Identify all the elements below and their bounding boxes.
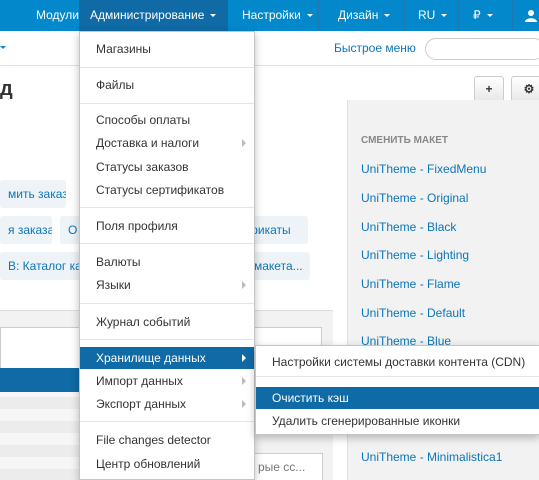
nav-divider <box>458 0 459 31</box>
nav-modules-label: Модули <box>36 8 79 22</box>
action-button[interactable]: макета... <box>254 252 310 280</box>
menu-divider <box>80 339 254 340</box>
theme-link[interactable]: UniTheme - Lighting <box>361 248 469 262</box>
gear-icon: ⚙ <box>523 82 535 96</box>
theme-link[interactable]: UniTheme - Original <box>361 191 468 205</box>
page-title: д <box>0 78 13 100</box>
nav-currency[interactable]: ₽ <box>467 0 499 31</box>
menu-item-export-data[interactable]: Экспорт данных <box>80 393 254 415</box>
nav-divider <box>512 0 513 31</box>
menu-item-label: Хранилище данных <box>96 351 206 365</box>
action-button[interactable]: фикаты <box>248 216 308 244</box>
menu-item-label: Импорт данных <box>96 374 183 388</box>
menu-item-profile-fields[interactable]: Поля профиля <box>80 215 254 237</box>
chevron-right-icon <box>242 354 246 362</box>
menu-item-shipping-taxes[interactable]: Доставка и налоги <box>80 132 254 154</box>
nav-design-label: Дизайн <box>338 8 379 22</box>
search-input[interactable] <box>425 38 539 60</box>
menu-divider <box>80 103 254 104</box>
nav-user[interactable] <box>518 0 538 31</box>
menu-item-label: Языки <box>96 278 131 292</box>
menu-item-file-changes-detector[interactable]: File changes detector <box>80 429 254 451</box>
chevron-right-icon <box>242 281 246 289</box>
menu-divider <box>80 303 254 304</box>
nav-language[interactable]: RU <box>412 0 453 31</box>
theme-link[interactable]: UniTheme - Minimalistica1 <box>361 450 502 464</box>
selected-row[interactable] <box>0 368 90 392</box>
menu-item-certificate-statuses[interactable]: Статусы сертификатов <box>80 179 254 201</box>
menu-divider <box>80 243 254 244</box>
menu-item-label: Доставка и налоги <box>96 136 200 150</box>
menu-item-label: Экспорт данных <box>96 397 186 411</box>
text-field[interactable]: рые сс... <box>253 453 323 480</box>
table-rows <box>0 392 80 480</box>
menu-item-stores[interactable]: Магазины <box>80 38 254 60</box>
user-icon <box>525 9 537 22</box>
nav-settings-label: Настройки <box>242 8 301 22</box>
menu-divider <box>80 67 254 68</box>
sidebar-heading: СМЕНИТЬ МАКЕТ <box>361 135 449 146</box>
chevron-down-icon <box>486 14 493 18</box>
chevron-down-icon <box>210 14 217 18</box>
menu-item-event-log[interactable]: Журнал событий <box>80 311 254 333</box>
data-storage-submenu: Настройки системы доставки контента (CDN… <box>255 345 539 435</box>
action-button[interactable]: мить заказ <box>0 180 66 208</box>
chevron-down-icon <box>384 14 391 18</box>
nav-administration[interactable]: Администрирование <box>79 0 228 31</box>
top-nav: Модули Администрирование Настройки Дизай… <box>0 0 539 31</box>
nav-divider <box>318 0 319 31</box>
nav-divider <box>404 0 405 31</box>
menu-item-update-center[interactable]: Центр обновлений <box>80 453 254 475</box>
administration-menu: Магазины Файлы Способы оплаты Доставка и… <box>79 31 255 480</box>
menu-item-payment-methods[interactable]: Способы оплаты <box>80 109 254 131</box>
nav-language-label: RU <box>418 8 436 22</box>
menu-item-import-data[interactable]: Импорт данных <box>80 370 254 392</box>
action-button[interactable]: я заказа <box>0 216 52 244</box>
menu-divider <box>80 421 254 422</box>
menu-divider <box>80 207 254 208</box>
theme-link[interactable]: UniTheme - Default <box>361 306 465 320</box>
menu-divider <box>256 376 539 377</box>
settings-button[interactable]: ⚙ <box>511 76 539 102</box>
menu-item-currencies[interactable]: Валюты <box>80 251 254 273</box>
chevron-down-icon[interactable] <box>0 46 6 49</box>
action-button[interactable]: В: Каталог кат <box>0 252 80 280</box>
menu-item-delete-thumbnails[interactable]: Удалить сгенерированные иконки <box>256 410 539 432</box>
menu-item-cdn-settings[interactable]: Настройки системы доставки контента (CDN… <box>256 351 539 373</box>
menu-item-data-storage[interactable]: Хранилище данных <box>80 347 254 369</box>
nav-administration-label: Администрирование <box>90 8 205 22</box>
menu-item-languages[interactable]: Языки <box>80 274 254 296</box>
nav-currency-label: ₽ <box>473 8 481 22</box>
menu-item-clear-cache[interactable]: Очистить кэш <box>256 387 539 409</box>
chevron-down-icon <box>441 14 448 18</box>
nav-design[interactable]: Дизайн <box>332 0 396 31</box>
chevron-down-icon <box>306 14 313 18</box>
chevron-right-icon <box>242 377 246 385</box>
theme-link[interactable]: UniTheme - Black <box>361 220 456 234</box>
theme-link[interactable]: UniTheme - Flame <box>361 277 460 291</box>
add-button[interactable]: + <box>474 76 504 102</box>
menu-item-files[interactable]: Файлы <box>80 74 254 96</box>
quick-menu-link[interactable]: Быстрое меню <box>334 41 416 55</box>
chevron-right-icon <box>242 139 246 147</box>
menu-item-order-statuses[interactable]: Статусы заказов <box>80 156 254 178</box>
nav-settings[interactable]: Настройки <box>236 0 319 31</box>
chevron-right-icon <box>242 400 246 408</box>
theme-link[interactable]: UniTheme - FixedMenu <box>361 162 486 176</box>
